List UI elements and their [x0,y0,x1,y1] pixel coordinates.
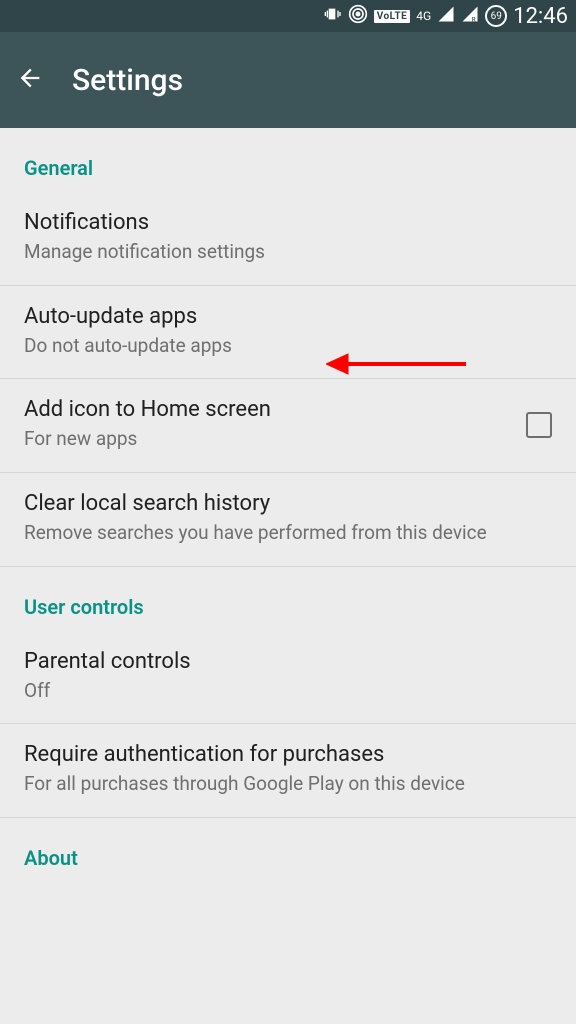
item-title: Auto-update apps [24,304,552,329]
item-title: Add icon to Home screen [24,397,510,422]
item-subtitle: For all purchases through Google Play on… [24,771,552,797]
item-add-icon-home[interactable]: Add icon to Home screen For new apps [0,379,576,473]
signal-icon-1 [437,5,455,28]
battery-indicator: 69 [485,5,507,27]
item-title: Clear local search history [24,491,552,516]
page-title: Settings [72,63,183,98]
section-header-general: General [0,128,576,192]
section-header-about: About [0,818,576,882]
hotspot-icon [348,4,368,29]
network-label: 4G [416,9,431,23]
battery-pct: 69 [491,11,502,22]
volte-badge: VoLTE [374,10,411,23]
item-clear-search-history[interactable]: Clear local search history Remove search… [0,473,576,567]
status-icons: VoLTE 4G R 69 12:46 [322,4,568,29]
back-button[interactable] [16,64,44,96]
item-subtitle: Do not auto-update apps [24,333,552,359]
checkbox-add-icon[interactable] [526,412,552,438]
item-require-auth[interactable]: Require authentication for purchases For… [0,724,576,818]
item-auto-update[interactable]: Auto-update apps Do not auto-update apps [0,286,576,380]
status-bar: VoLTE 4G R 69 12:46 [0,0,576,32]
item-subtitle: Remove searches you have performed from … [24,520,552,546]
item-notifications[interactable]: Notifications Manage notification settin… [0,192,576,286]
app-bar: Settings [0,32,576,128]
item-title: Notifications [24,210,552,235]
settings-list: General Notifications Manage notificatio… [0,128,576,882]
signal-icon-2: R [461,5,479,28]
item-parental-controls[interactable]: Parental controls Off [0,631,576,725]
item-subtitle: For new apps [24,426,510,452]
item-subtitle: Off [24,678,552,704]
clock: 12:46 [513,4,568,29]
item-title: Require authentication for purchases [24,742,552,767]
section-header-user-controls: User controls [0,567,576,631]
item-subtitle: Manage notification settings [24,239,552,265]
item-title: Parental controls [24,649,552,674]
vibrate-icon [322,6,342,27]
